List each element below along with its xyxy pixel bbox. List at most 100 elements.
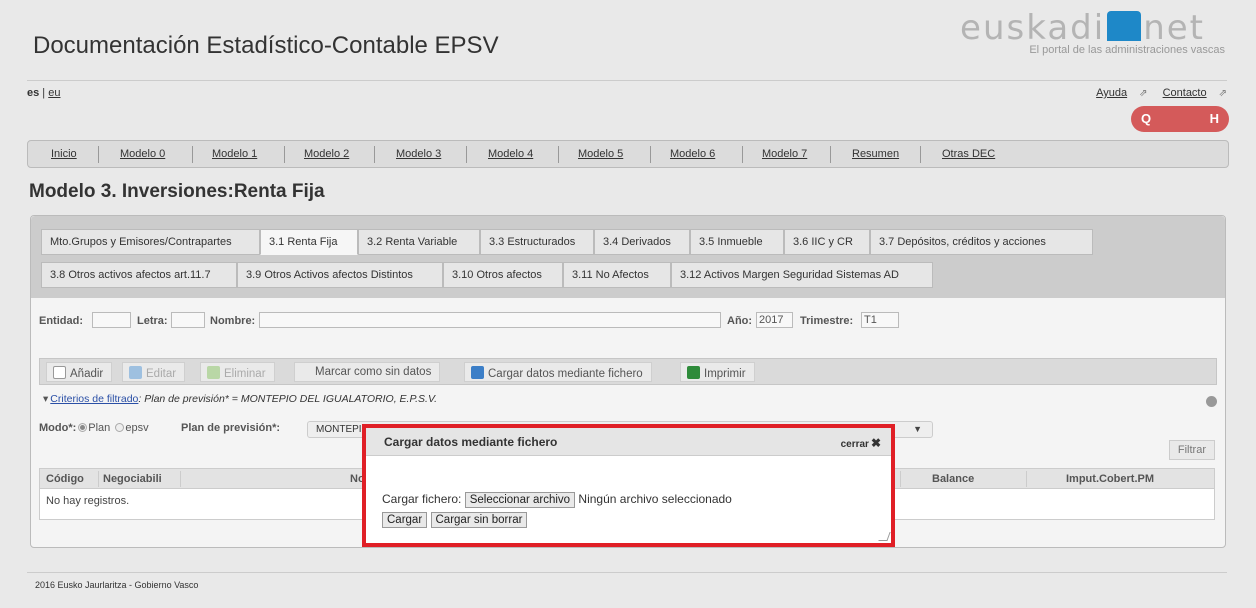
tab-3-9-otros-activos-distintos[interactable]: 3.9 Otros Activos afectos Distintos xyxy=(237,262,443,288)
external-link-icon: ⇗ xyxy=(1139,88,1148,99)
euskadi-net-logo[interactable]: euskadi net El portal de las administraci… xyxy=(927,6,1227,56)
nav-item-modelo-0[interactable]: Modelo 0 xyxy=(120,148,165,160)
delete-button-label: Eliminar xyxy=(224,368,266,380)
logo-subtitle: El portal de las administraciones vascas xyxy=(1029,44,1225,56)
nav-separator xyxy=(558,146,559,163)
anio-input[interactable]: 2017 xyxy=(756,312,793,328)
nombre-label: Nombre: xyxy=(210,315,256,327)
radio-epsv[interactable] xyxy=(115,423,125,432)
tab-3-3-estructurados[interactable]: 3.3 Estructurados xyxy=(480,229,594,255)
nav-item-resumen[interactable]: Resumen xyxy=(852,148,899,160)
dialog-close-button[interactable]: cerrar ✖ xyxy=(841,436,881,450)
external-link-icon: ⇗ xyxy=(1218,88,1227,99)
add-button-label: Añadir xyxy=(70,368,104,380)
nav-item-modelo-2[interactable]: Modelo 2 xyxy=(304,148,349,160)
nav-item-otras-dec[interactable]: Otras DEC xyxy=(942,148,995,160)
col-negociabilidad[interactable]: Negociabili xyxy=(103,473,162,485)
nav-item-modelo-6[interactable]: Modelo 6 xyxy=(670,148,715,160)
nav-item-modelo-7[interactable]: Modelo 7 xyxy=(762,148,807,160)
file-label: Cargar fichero: xyxy=(382,492,462,506)
add-button[interactable]: Añadir xyxy=(46,362,113,382)
logo-text-net: net xyxy=(1143,8,1205,48)
filter-criteria-link[interactable]: Criterios de filtrado xyxy=(50,393,138,405)
letra-input[interactable] xyxy=(171,312,205,328)
search-button[interactable]: Q H xyxy=(1131,106,1229,132)
col-separator xyxy=(900,471,901,487)
print-button-label: Imprimir xyxy=(704,368,746,380)
upload-dialog: Cargar datos mediante fichero cerrar ✖ Ca… xyxy=(362,424,895,547)
nav-separator xyxy=(830,146,831,163)
nav-separator xyxy=(742,146,743,163)
language-switch: es | eu xyxy=(27,87,61,99)
nav-separator xyxy=(192,146,193,163)
tab-3-4-derivados[interactable]: 3.4 Derivados xyxy=(594,229,690,255)
lang-current: es xyxy=(27,87,40,99)
section-title: Modelo 3. Inversiones:Renta Fija xyxy=(29,181,325,202)
print-button[interactable]: Imprimir xyxy=(680,362,755,382)
upload-file-button[interactable]: Cargar datos mediante fichero xyxy=(464,362,652,382)
collapse-icon[interactable] xyxy=(1206,396,1217,407)
nav-item-inicio[interactable]: Inicio xyxy=(51,148,77,160)
modo-group: Modo*: Plan epsv xyxy=(39,422,149,434)
delete-icon xyxy=(207,366,220,379)
nav-separator xyxy=(650,146,651,163)
load-button[interactable]: Cargar xyxy=(382,512,428,528)
tabs-area: Mto.Grupos y Emisores/Contrapartes 3.1 R… xyxy=(31,216,1225,298)
load-no-delete-button[interactable]: Cargar sin borrar xyxy=(430,512,528,528)
tab-3-5-inmueble[interactable]: 3.5 Inmueble xyxy=(690,229,784,255)
footer-divider xyxy=(27,572,1227,573)
tab-mto-grupos[interactable]: Mto.Grupos y Emisores/Contrapartes xyxy=(41,229,260,255)
tab-3-2-renta-variable[interactable]: 3.2 Renta Variable xyxy=(358,229,480,255)
resize-handle[interactable] xyxy=(878,532,891,541)
search-h-label: H xyxy=(1209,111,1219,126)
toolbar: Añadir Editar Eliminar Marcar como sin d… xyxy=(39,358,1217,385)
edit-button[interactable]: Editar xyxy=(122,362,186,382)
tab-3-12-activos-margen[interactable]: 3.12 Activos Margen Seguridad Sistemas A… xyxy=(671,262,933,288)
letra-label: Letra: xyxy=(137,315,168,327)
logo-wordmark: euskadi net xyxy=(960,8,1205,48)
plan-label: Plan de previsión*: xyxy=(181,422,281,434)
top-links: Ayuda ⇗ Contacto ⇗ xyxy=(1084,87,1227,99)
radio-epsv-label: epsv xyxy=(125,422,149,434)
nav-separator xyxy=(466,146,467,163)
contact-link[interactable]: Contacto xyxy=(1163,87,1207,99)
caret-down-icon: ▼ xyxy=(913,424,922,434)
nav-separator xyxy=(284,146,285,163)
filter-button[interactable]: Filtrar xyxy=(1168,440,1215,460)
radio-plan[interactable] xyxy=(78,423,88,432)
site-title: Documentación Estadístico-Contable EPSV xyxy=(33,32,499,59)
lang-eu-link[interactable]: eu xyxy=(48,87,60,99)
tab-3-7-depositos[interactable]: 3.7 Depósitos, créditos y acciones xyxy=(870,229,1093,255)
trimestre-label: Trimestre: xyxy=(800,315,854,327)
nav-item-modelo-5[interactable]: Modelo 5 xyxy=(578,148,623,160)
choose-file-button[interactable]: Seleccionar archivo xyxy=(464,492,576,508)
col-imput-cobert[interactable]: Imput.Cobert.PM xyxy=(1066,473,1154,485)
mark-no-data-button[interactable]: Marcar como sin datos xyxy=(294,362,441,382)
tab-3-11-no-afectos[interactable]: 3.11 No Afectos xyxy=(563,262,671,288)
radio-plan-label: Plan xyxy=(88,422,111,434)
tab-3-6-iic-cr[interactable]: 3.6 IIC y CR xyxy=(784,229,870,255)
col-separator xyxy=(98,471,99,487)
add-icon xyxy=(53,366,66,379)
nav-item-modelo-3[interactable]: Modelo 3 xyxy=(396,148,441,160)
triangle-down-icon: ▾ xyxy=(43,393,49,405)
nav-item-modelo-1[interactable]: Modelo 1 xyxy=(212,148,257,160)
upload-icon xyxy=(471,366,484,379)
col-separator xyxy=(180,471,181,487)
logo-dot-icon xyxy=(1107,11,1142,41)
dialog-header: Cargar datos mediante fichero cerrar ✖ xyxy=(366,428,891,456)
col-balance[interactable]: Balance xyxy=(932,473,974,485)
tab-3-1-renta-fija[interactable]: 3.1 Renta Fija xyxy=(260,229,358,255)
nav-item-modelo-4[interactable]: Modelo 4 xyxy=(488,148,533,160)
tab-3-10-otros-afectos[interactable]: 3.10 Otros afectos xyxy=(443,262,563,288)
modo-label: Modo*: xyxy=(39,422,77,434)
delete-button[interactable]: Eliminar xyxy=(200,362,275,382)
tab-3-8-otros-activos[interactable]: 3.8 Otros activos afectos art.11.7 xyxy=(41,262,237,288)
trimestre-input[interactable]: T1 xyxy=(861,312,899,328)
edit-icon xyxy=(129,366,142,379)
nombre-input[interactable] xyxy=(259,312,721,328)
entidad-input[interactable] xyxy=(92,312,131,328)
col-codigo[interactable]: Código xyxy=(46,473,84,485)
filter-criteria: ▾ Criterios de filtrado: Plan de previsió… xyxy=(43,393,437,405)
help-link[interactable]: Ayuda xyxy=(1096,87,1127,99)
